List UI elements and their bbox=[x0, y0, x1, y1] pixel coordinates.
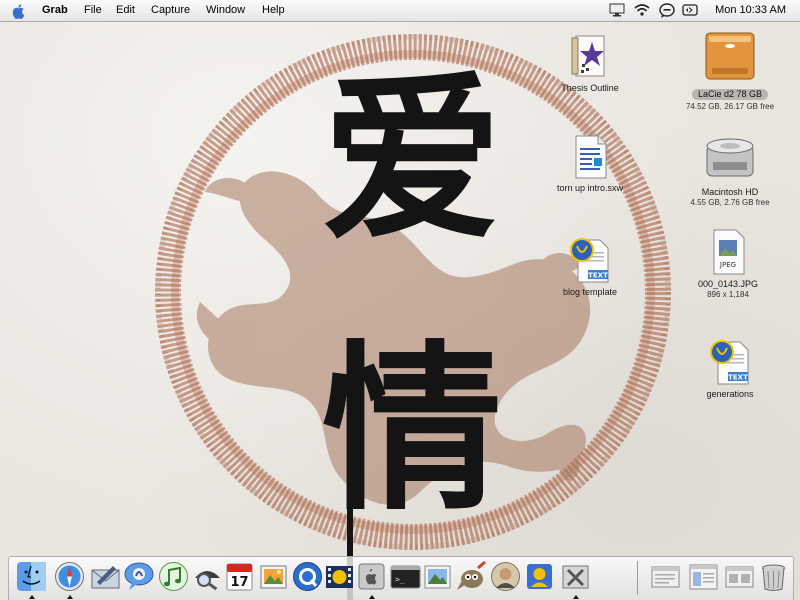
gimp-icon[interactable] bbox=[455, 560, 488, 593]
running-indicator bbox=[573, 595, 579, 599]
wifi-icon[interactable] bbox=[634, 3, 650, 17]
preview-icon[interactable] bbox=[421, 560, 454, 593]
menu-bar: Grab File Edit Capture Window Help Mon 1… bbox=[0, 0, 800, 22]
external-drive-icon bbox=[705, 32, 755, 80]
running-indicator bbox=[29, 595, 35, 599]
desktop-icon-label: LaCie d2 78 GB bbox=[691, 89, 769, 100]
menu-app-name[interactable]: Grab bbox=[42, 4, 68, 16]
utilities-icon[interactable] bbox=[559, 560, 592, 593]
desktop-icon-label: 000_0143.JPG bbox=[697, 279, 759, 289]
minimized-window-icon[interactable] bbox=[649, 560, 682, 593]
dock-separator bbox=[637, 561, 638, 595]
svg-text:JPEG: JPEG bbox=[719, 261, 736, 269]
desktop-icon-jpeg-file[interactable]: JPEG 000_0143.JPG 896 x 1,184 bbox=[678, 228, 778, 299]
menu-capture[interactable]: Capture bbox=[151, 4, 190, 16]
text-document-icon bbox=[575, 135, 607, 179]
finder-icon[interactable] bbox=[15, 560, 48, 593]
minimized-window-icon[interactable] bbox=[723, 560, 756, 593]
desktop-icon-label: torn up intro.sxw bbox=[556, 183, 624, 193]
dock: 17 >_ bbox=[8, 556, 794, 600]
text-app-icon[interactable] bbox=[523, 560, 556, 593]
svg-text:TEXT: TEXT bbox=[728, 374, 748, 382]
safari-icon[interactable] bbox=[53, 560, 86, 593]
desktop-icon-blog-template[interactable]: TEXT blog template bbox=[540, 236, 640, 298]
displays-icon[interactable] bbox=[609, 3, 625, 17]
menu-file[interactable]: File bbox=[84, 4, 102, 16]
apple-menu-icon[interactable] bbox=[11, 3, 27, 19]
svg-text:17: 17 bbox=[230, 575, 248, 590]
running-indicator bbox=[67, 595, 73, 599]
desktop-icon-thesis-outline[interactable]: Thesis Outline bbox=[540, 34, 640, 94]
ichat-status-icon[interactable] bbox=[659, 3, 675, 18]
desktop-icon-sublabel: 74.52 GB, 26.17 GB free bbox=[685, 102, 775, 111]
terminal-icon[interactable]: >_ bbox=[389, 560, 422, 593]
jpeg-file-icon: JPEG bbox=[713, 229, 745, 275]
desktop-icon-torn-up-intro[interactable]: torn up intro.sxw bbox=[540, 134, 640, 194]
text-document-blue-icon: TEXT bbox=[710, 340, 749, 385]
menu-edit[interactable]: Edit bbox=[116, 4, 135, 16]
desktop-icon-label: generations bbox=[706, 389, 754, 399]
ichat-icon[interactable] bbox=[123, 560, 156, 593]
minimized-window-icon[interactable] bbox=[687, 560, 720, 593]
imovie-icon[interactable] bbox=[323, 560, 356, 593]
wallpaper-character-1: 爱 bbox=[322, 56, 502, 265]
menu-clock[interactable]: Mon 10:33 AM bbox=[715, 4, 786, 16]
hard-drive-icon bbox=[706, 138, 754, 177]
volume-icon[interactable] bbox=[682, 3, 698, 17]
itunes-icon[interactable] bbox=[157, 560, 190, 593]
system-preferences-icon[interactable] bbox=[355, 560, 388, 593]
text-document-blue-icon: TEXT bbox=[570, 238, 609, 283]
document-star-icon bbox=[571, 35, 605, 77]
svg-text:>_: >_ bbox=[395, 575, 405, 584]
desktop-icon-generations[interactable]: TEXT generations bbox=[680, 338, 780, 400]
mail-icon[interactable] bbox=[89, 560, 122, 593]
iphoto-icon[interactable] bbox=[257, 560, 290, 593]
quicktime-icon[interactable] bbox=[291, 560, 324, 593]
desktop[interactable]: 爱 情 Thesis Outline torn up intro.sxw TEX… bbox=[0, 22, 800, 600]
desktop-icon-label: Thesis Outline bbox=[561, 83, 619, 93]
desktop-icon-label: Macintosh HD bbox=[701, 187, 759, 197]
menu-help[interactable]: Help bbox=[262, 4, 285, 16]
trash-icon[interactable] bbox=[757, 560, 790, 593]
ical-icon[interactable]: 17 bbox=[223, 560, 256, 593]
desktop-icon-lacie-drive[interactable]: LaCie d2 78 GB 74.52 GB, 26.17 GB free bbox=[680, 30, 780, 111]
menu-window[interactable]: Window bbox=[206, 4, 245, 16]
desktop-icon-macintosh-hd[interactable]: Macintosh HD 4.55 GB, 2.76 GB free bbox=[680, 134, 780, 207]
desktop-icon-label: blog template bbox=[562, 287, 618, 297]
photo-app-icon[interactable] bbox=[489, 560, 522, 593]
svg-text:TEXT: TEXT bbox=[588, 272, 608, 280]
running-indicator bbox=[369, 595, 375, 599]
desktop-icon-sublabel: 896 x 1,184 bbox=[707, 290, 749, 299]
desktop-icon-sublabel: 4.55 GB, 2.76 GB free bbox=[690, 198, 770, 207]
sherlock-icon[interactable] bbox=[191, 560, 224, 593]
